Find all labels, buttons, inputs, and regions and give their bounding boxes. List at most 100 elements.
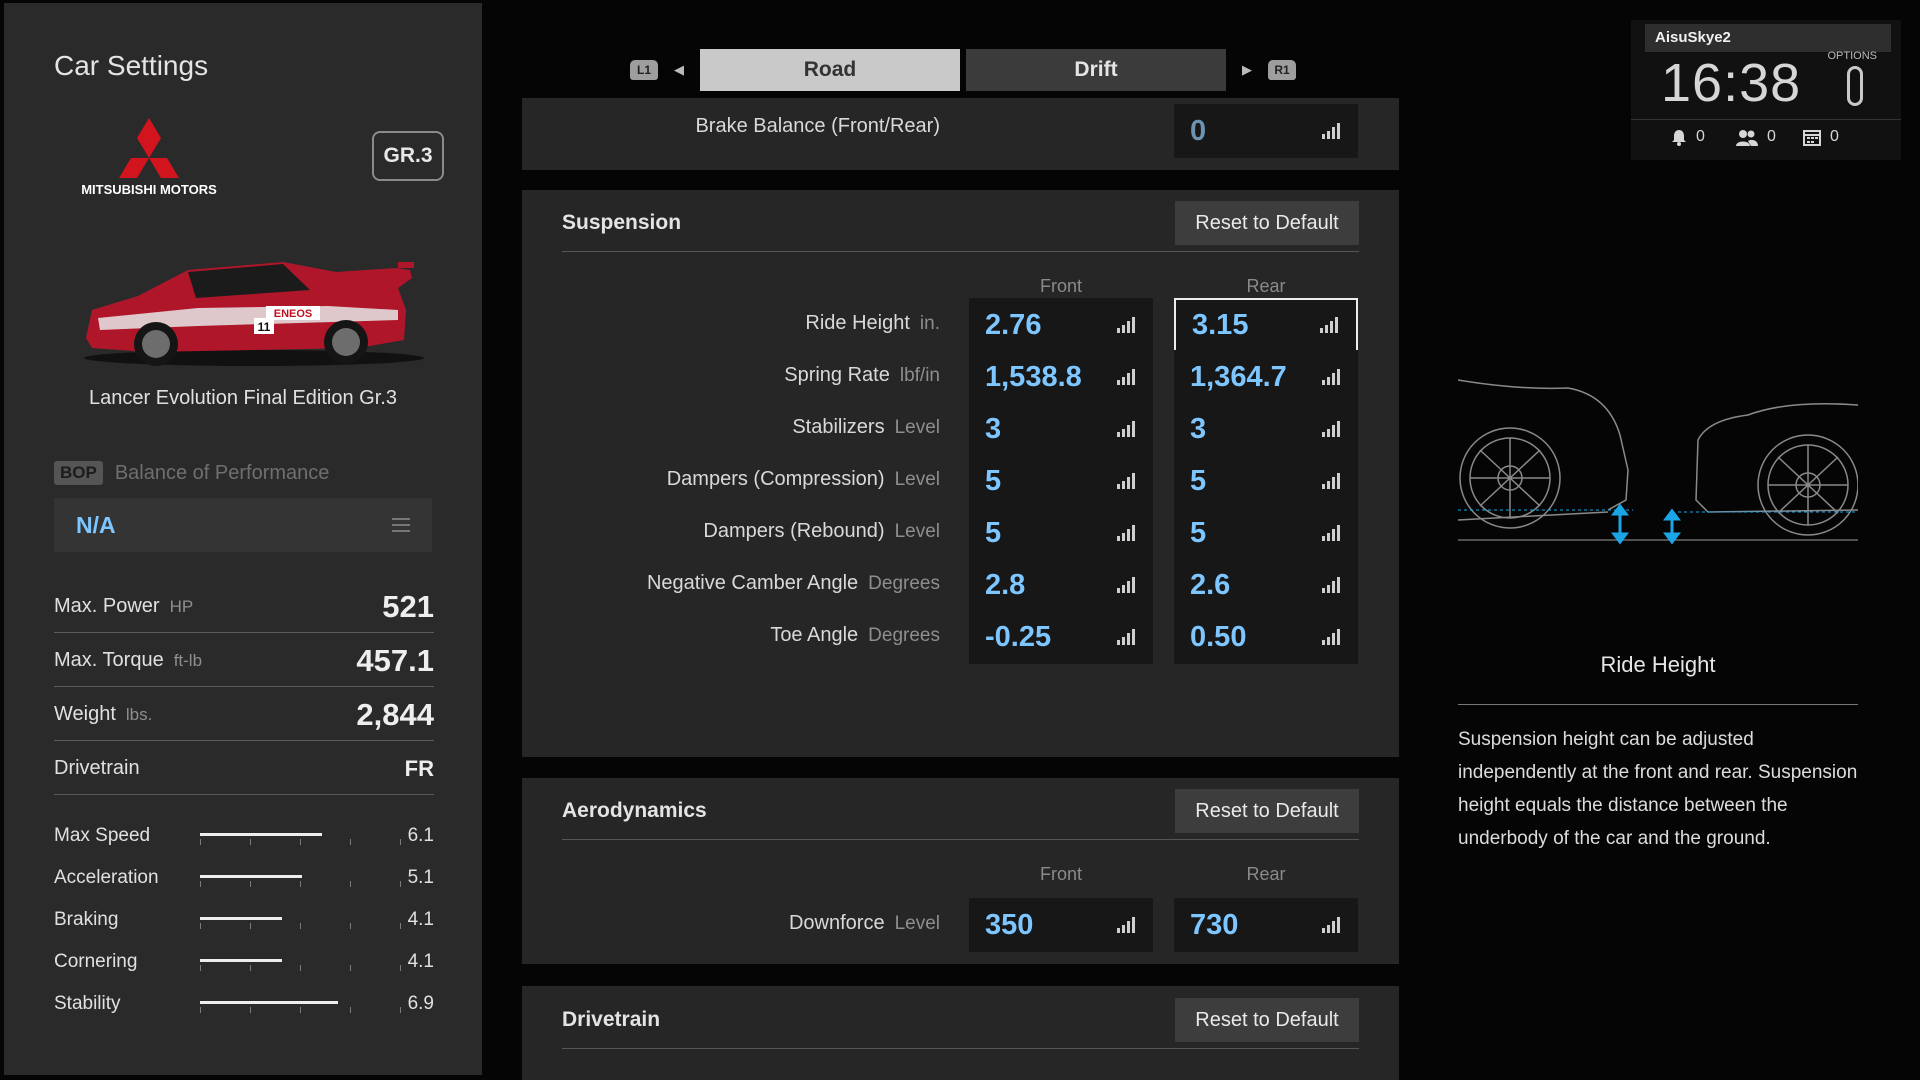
stat-value: 5.1 — [407, 867, 434, 888]
spec-max-power: Max. Power HP 521 — [54, 581, 434, 633]
setting-tabs: L1 ◀ Road Drift ▶ R1 — [630, 49, 1296, 91]
stat-value: 4.1 — [407, 909, 434, 930]
stat-label: Braking — [54, 909, 119, 930]
stat-label: Acceleration — [54, 867, 159, 888]
options-button-icon[interactable] — [1847, 66, 1863, 106]
negative-camber-angle-front-value[interactable]: 2.8 — [969, 558, 1153, 612]
reset-aerodynamics-button[interactable]: Reset to Default — [1175, 789, 1359, 833]
negative-camber-angle-rear-value[interactable]: 2.6 — [1174, 558, 1358, 612]
stat-label: Cornering — [54, 951, 138, 972]
aerodynamics-section: Aerodynamics Reset to Default Front Rear… — [522, 778, 1399, 964]
spec-value: FR — [404, 755, 434, 781]
downforce-front-value[interactable]: 350 — [969, 898, 1153, 952]
ride-height-label: Ride Height in. — [805, 312, 940, 334]
car-number: 11 — [258, 320, 271, 334]
section-title: Aerodynamics — [562, 799, 707, 822]
spec-label: Max. Torque — [54, 649, 164, 671]
stabilizers-rear-value[interactable]: 3 — [1174, 402, 1358, 456]
stat-value: 6.9 — [407, 993, 434, 1014]
bop-value: N/A — [76, 511, 116, 538]
spring-rate-label: Spring Rate lbf/in — [784, 364, 940, 386]
dampers-compression-front-value[interactable]: 5 — [969, 454, 1153, 508]
adjust-bars-icon — [1117, 317, 1137, 333]
dampers-compression-rear-value[interactable]: 5 — [1174, 454, 1358, 508]
section-title: Suspension — [562, 211, 682, 234]
notifications-indicator[interactable]: 0 — [1671, 128, 1705, 146]
info-title: Ride Height — [1600, 652, 1716, 677]
ride-height-rear-value[interactable]: 3.15 — [1174, 298, 1358, 352]
r1-button-icon[interactable]: R1 — [1268, 60, 1296, 80]
stat-value: 4.1 — [407, 951, 434, 972]
column-front: Front — [1039, 276, 1082, 296]
stat-bar — [200, 950, 401, 974]
arrow-right-icon: ▶ — [1242, 62, 1252, 77]
dampers-compression-label: Dampers (Compression) Level — [666, 468, 940, 490]
adjust-bars-icon — [1322, 577, 1342, 593]
tab-road[interactable]: Road — [700, 49, 960, 91]
spec-max-torque: Max. Torque ft-lb 457.1 — [54, 635, 434, 687]
spring-rate-rear-value[interactable]: 1,364.7 — [1174, 350, 1358, 404]
column-rear: Rear — [1246, 864, 1286, 884]
suspension-section: Suspension Reset to Default Front Rear R… — [522, 190, 1399, 757]
user-status-card: AisuSkye2 OPTIONS 16:38 0 0 0 — [1631, 20, 1901, 160]
bell-icon — [1672, 129, 1686, 146]
mitsubishi-logo: MITSUBISHI MOTORS — [76, 118, 222, 198]
spec-drivetrain: Drivetrain FR — [54, 743, 434, 795]
downforce-rear-value[interactable]: 730 — [1174, 898, 1358, 952]
friends-icon — [1736, 129, 1758, 146]
dampers-rebound-rear-value[interactable]: 5 — [1174, 506, 1358, 560]
reset-suspension-button[interactable]: Reset to Default — [1175, 201, 1359, 245]
dampers-rebound-front-value[interactable]: 5 — [969, 506, 1153, 560]
stat-stability: Stability 6.9 — [54, 989, 434, 1019]
car-info-panel: Car Settings MITSUBISHI MOTORS GR.3 ENEO… — [4, 3, 482, 1075]
spec-value: 521 — [382, 588, 434, 624]
adjust-bars-icon — [1322, 917, 1342, 933]
spec-label: Weight — [54, 703, 116, 725]
bop-tag: BOP — [54, 461, 103, 485]
spec-label: Max. Power — [54, 595, 160, 617]
brake-balance-value[interactable]: 0 — [1174, 104, 1358, 158]
stat-bar — [200, 908, 401, 932]
stat-bar — [200, 866, 401, 890]
toe-angle-front-value[interactable]: -0.25 — [969, 610, 1153, 664]
bop-dropdown[interactable]: N/A — [54, 498, 432, 552]
adjust-bars-icon — [1117, 369, 1137, 385]
l1-button-icon[interactable]: L1 — [630, 60, 658, 80]
stabilizers-front-value[interactable]: 3 — [969, 402, 1153, 456]
arrow-left-icon: ◀ — [674, 62, 684, 77]
events-indicator[interactable]: 0 — [1803, 128, 1839, 146]
spec-unit: lbs. — [125, 704, 153, 724]
stat-bar — [200, 992, 401, 1016]
options-label: OPTIONS — [1827, 50, 1877, 62]
spring-rate-front-value[interactable]: 1,538.8 — [969, 350, 1153, 404]
menu-icon — [392, 518, 410, 532]
adjust-bars-icon — [1322, 473, 1342, 489]
divider — [562, 839, 1359, 840]
spec-weight: Weight lbs. 2,844 — [54, 689, 434, 741]
friends-indicator[interactable]: 0 — [1736, 128, 1776, 146]
divider — [562, 1048, 1359, 1049]
adjust-bars-icon — [1117, 917, 1137, 933]
dampers-rebound-label: Dampers (Rebound) Level — [703, 520, 940, 542]
manufacturer-name: MITSUBISHI MOTORS — [81, 182, 217, 197]
ride-height-diagram — [1457, 360, 1859, 570]
stat-braking: Braking 4.1 — [54, 905, 434, 935]
adjust-bars-icon — [1117, 577, 1137, 593]
adjust-bars-icon — [1117, 629, 1137, 645]
downforce-label: Downforce Level — [788, 912, 940, 934]
reset-drivetrain-button[interactable]: Reset to Default — [1175, 998, 1359, 1042]
adjust-bars-icon — [1117, 525, 1137, 541]
tab-drift[interactable]: Drift — [966, 49, 1226, 91]
spec-value: 2,844 — [356, 696, 434, 732]
toe-angle-rear-value[interactable]: 0.50 — [1174, 610, 1358, 664]
user-name: AisuSkye2 — [1645, 24, 1891, 52]
stabilizers-label: Stabilizers Level — [792, 416, 940, 438]
adjust-bars-icon — [1322, 123, 1342, 139]
calendar-icon — [1803, 129, 1821, 146]
stat-acceleration: Acceleration 5.1 — [54, 863, 434, 893]
bop-label: Balance of Performance — [114, 461, 330, 484]
adjust-bars-icon — [1117, 473, 1137, 489]
column-front: Front — [1039, 864, 1082, 884]
ride-height-front-value[interactable]: 2.76 — [969, 298, 1153, 352]
adjust-bars-icon — [1322, 421, 1342, 437]
